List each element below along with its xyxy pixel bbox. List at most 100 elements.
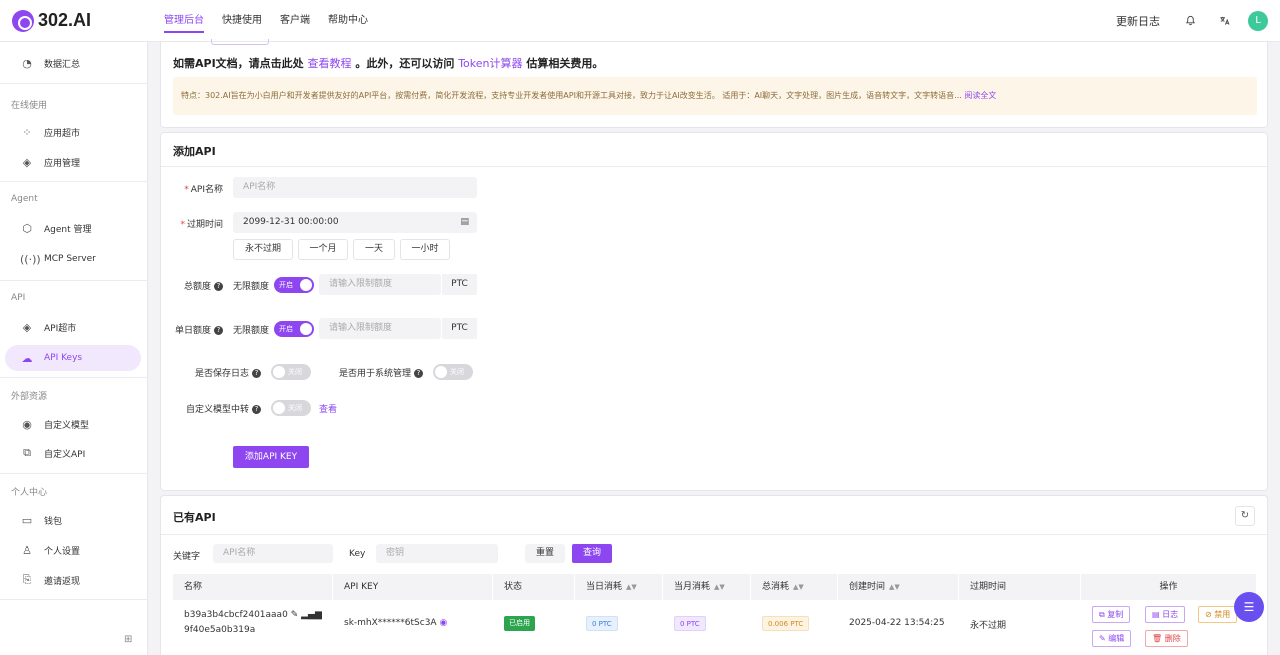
sidebar-item-app-store[interactable]: ⁘ 应用超市 bbox=[5, 119, 141, 145]
dashboard-icon: ◔ bbox=[22, 56, 32, 70]
divider bbox=[0, 599, 148, 600]
key-input[interactable]: 密钥 bbox=[376, 544, 498, 563]
divider bbox=[0, 377, 148, 378]
divider bbox=[0, 181, 148, 182]
api-name-line1: b39a3b4cbcf2401aaa0 ✎ ▂▄▆ bbox=[184, 610, 322, 620]
system-manage-toggle[interactable]: 关闭 bbox=[433, 364, 473, 380]
col-actions: 操作 bbox=[1081, 574, 1257, 600]
collapse-sidebar-icon[interactable]: ⊞ bbox=[124, 634, 132, 645]
eye-icon[interactable]: ◉ bbox=[439, 618, 447, 628]
refresh-icon[interactable]: ↻ bbox=[1235, 506, 1255, 526]
col-total[interactable]: 总消耗 ▲▼ bbox=[751, 574, 838, 600]
sidebar-item-label: 个人设置 bbox=[44, 546, 81, 557]
group-personal: 个人中心 bbox=[11, 488, 48, 498]
col-created[interactable]: 创建时间 ▲▼ bbox=[838, 574, 959, 600]
divider bbox=[161, 534, 1267, 535]
logo-text: 302.AI bbox=[38, 10, 92, 30]
disable-button[interactable]: ⊘ 禁用 bbox=[1198, 606, 1238, 623]
sidebar-item-summary[interactable]: ◔ 数据汇总 bbox=[5, 50, 141, 76]
read-more-link[interactable]: 阅读全文 bbox=[964, 91, 996, 100]
copy-icon: ⧉ bbox=[1099, 610, 1105, 619]
sidebar-item-mcp-server[interactable]: ((·)) MCP Server bbox=[5, 246, 141, 272]
reset-button[interactable]: 重置 bbox=[525, 544, 565, 563]
daily-unlimited-toggle[interactable]: 开启 bbox=[274, 321, 314, 337]
cloud-icon: ☁ bbox=[21, 351, 33, 365]
sidebar-item-label: 应用管理 bbox=[44, 158, 81, 169]
translate-icon[interactable] bbox=[1214, 11, 1234, 31]
unlimited-label: 无限额度 bbox=[233, 282, 270, 292]
add-api-key-button[interactable]: 添加API KEY bbox=[233, 446, 309, 468]
sidebar-item-api-store[interactable]: ◈ API超市 bbox=[5, 314, 141, 340]
bell-icon[interactable] bbox=[1180, 11, 1200, 31]
help-icon: ? bbox=[214, 326, 223, 335]
view-link[interactable]: 查看 bbox=[319, 402, 337, 415]
expire-time: 永不过期 bbox=[970, 621, 1007, 631]
sidebar-item-label: 自定义模型 bbox=[44, 420, 90, 431]
avatar[interactable]: L bbox=[1248, 10, 1268, 31]
col-month[interactable]: 当月消耗 ▲▼ bbox=[663, 574, 751, 600]
total-unlimited-toggle[interactable]: 开启 bbox=[274, 277, 314, 293]
nav-help[interactable]: 帮助中心 bbox=[319, 0, 377, 42]
logo-icon bbox=[12, 9, 34, 32]
system-manage-label: 是否用于系统管理? bbox=[331, 366, 423, 379]
sidebar-item-custom-model[interactable]: ◉ 自定义模型 bbox=[5, 411, 141, 437]
calendar-icon: ▤ bbox=[460, 217, 469, 227]
top-nav: 管理后台 快捷使用 客户端 帮助中心 bbox=[155, 0, 377, 42]
col-status: 状态 bbox=[493, 574, 575, 600]
api-name-input[interactable]: API名称 bbox=[233, 177, 477, 198]
daily-quota-unit: PTC bbox=[441, 318, 477, 339]
today-usage-badge: 0 PTC bbox=[586, 616, 618, 631]
daily-quota-input[interactable]: 请输入限制额度 bbox=[319, 318, 441, 339]
feature-notice: 特点：302.AI旨在为小白用户和开发者提供友好的API平台，按需付费，简化开发… bbox=[173, 77, 1257, 115]
group-agent: Agent bbox=[11, 194, 38, 204]
sidebar-item-invite[interactable]: ⎘ 邀请返现 bbox=[5, 567, 141, 593]
sidebar-item-wallet[interactable]: ▭ 钱包 bbox=[5, 507, 141, 533]
chat-support-icon[interactable]: ☰ bbox=[1234, 592, 1264, 622]
save-log-toggle[interactable]: 关闭 bbox=[271, 364, 311, 380]
total-quota-input[interactable]: 请输入限制额度 bbox=[319, 274, 441, 295]
sidebar-item-api-keys[interactable]: ☁ API Keys bbox=[5, 345, 141, 371]
stats-icon[interactable]: ▂▄▆ bbox=[301, 610, 322, 620]
sidebar-item-app-manage[interactable]: ◈ 应用管理 bbox=[5, 149, 141, 175]
key-label: Key bbox=[349, 549, 366, 559]
edit-name-icon[interactable]: ✎ bbox=[291, 610, 299, 620]
tutorial-link[interactable]: 查看教程 bbox=[308, 57, 352, 70]
copy-button[interactable]: ⧉ 复制 bbox=[1092, 606, 1131, 623]
add-api-card: 添加API * API名称 API名称 * 过期时间 2099-12-31 00:0… bbox=[160, 132, 1268, 491]
sidebar-item-custom-api[interactable]: ⧉ 自定义API bbox=[5, 440, 141, 466]
changelog-link[interactable]: 更新日志 bbox=[1116, 13, 1160, 29]
edit-button[interactable]: ✎ 编辑 bbox=[1092, 630, 1132, 647]
broadcast-icon: ((·)) bbox=[20, 252, 41, 266]
expire-value: 2099-12-31 00:00:00 bbox=[243, 217, 339, 227]
help-icon: ? bbox=[252, 369, 261, 378]
delete-button[interactable]: 🗑 删除 bbox=[1145, 630, 1188, 647]
query-button[interactable]: 查询 bbox=[572, 544, 612, 563]
one-day-button[interactable]: 一天 bbox=[353, 239, 395, 260]
col-api-key: API KEY bbox=[333, 574, 493, 600]
token-calculator-link[interactable]: Token计算器 bbox=[458, 57, 522, 70]
keyword-input[interactable]: API名称 bbox=[213, 544, 333, 563]
nav-quick-use[interactable]: 快捷使用 bbox=[213, 0, 271, 42]
tab-indicator bbox=[211, 39, 269, 45]
intro-text-2: 。此外，还可以访问 bbox=[355, 57, 455, 70]
sort-icon: ▲▼ bbox=[714, 583, 725, 591]
intro-text-1: 如需API文档，请点击此处 bbox=[173, 57, 304, 70]
col-today[interactable]: 当日消耗 ▲▼ bbox=[575, 574, 663, 600]
log-button[interactable]: ▤ 日志 bbox=[1145, 606, 1186, 623]
sidebar-item-agent-manage[interactable]: ⬡ Agent 管理 bbox=[5, 215, 141, 241]
sidebar-item-settings[interactable]: ♙ 个人设置 bbox=[5, 537, 141, 563]
intro-card: 如需API文档，请点击此处 查看教程 。此外，还可以访问 Token计算器 估算… bbox=[160, 39, 1268, 128]
custom-relay-label: 自定义模型中转? bbox=[171, 402, 261, 415]
divider bbox=[0, 473, 148, 474]
model-icon: ◉ bbox=[22, 417, 32, 431]
nav-client[interactable]: 客户端 bbox=[271, 0, 319, 42]
never-expire-button[interactable]: 永不过期 bbox=[233, 239, 293, 260]
one-month-button[interactable]: 一个月 bbox=[298, 239, 348, 260]
logo[interactable]: 302.AI bbox=[12, 9, 152, 32]
divider bbox=[0, 83, 148, 84]
expire-datetime-input[interactable]: 2099-12-31 00:00:00 ▤ bbox=[233, 212, 477, 233]
one-hour-button[interactable]: 一小时 bbox=[400, 239, 450, 260]
group-online: 在线使用 bbox=[11, 101, 48, 111]
nav-admin[interactable]: 管理后台 bbox=[155, 0, 213, 42]
custom-relay-toggle[interactable]: 关闭 bbox=[271, 400, 311, 416]
